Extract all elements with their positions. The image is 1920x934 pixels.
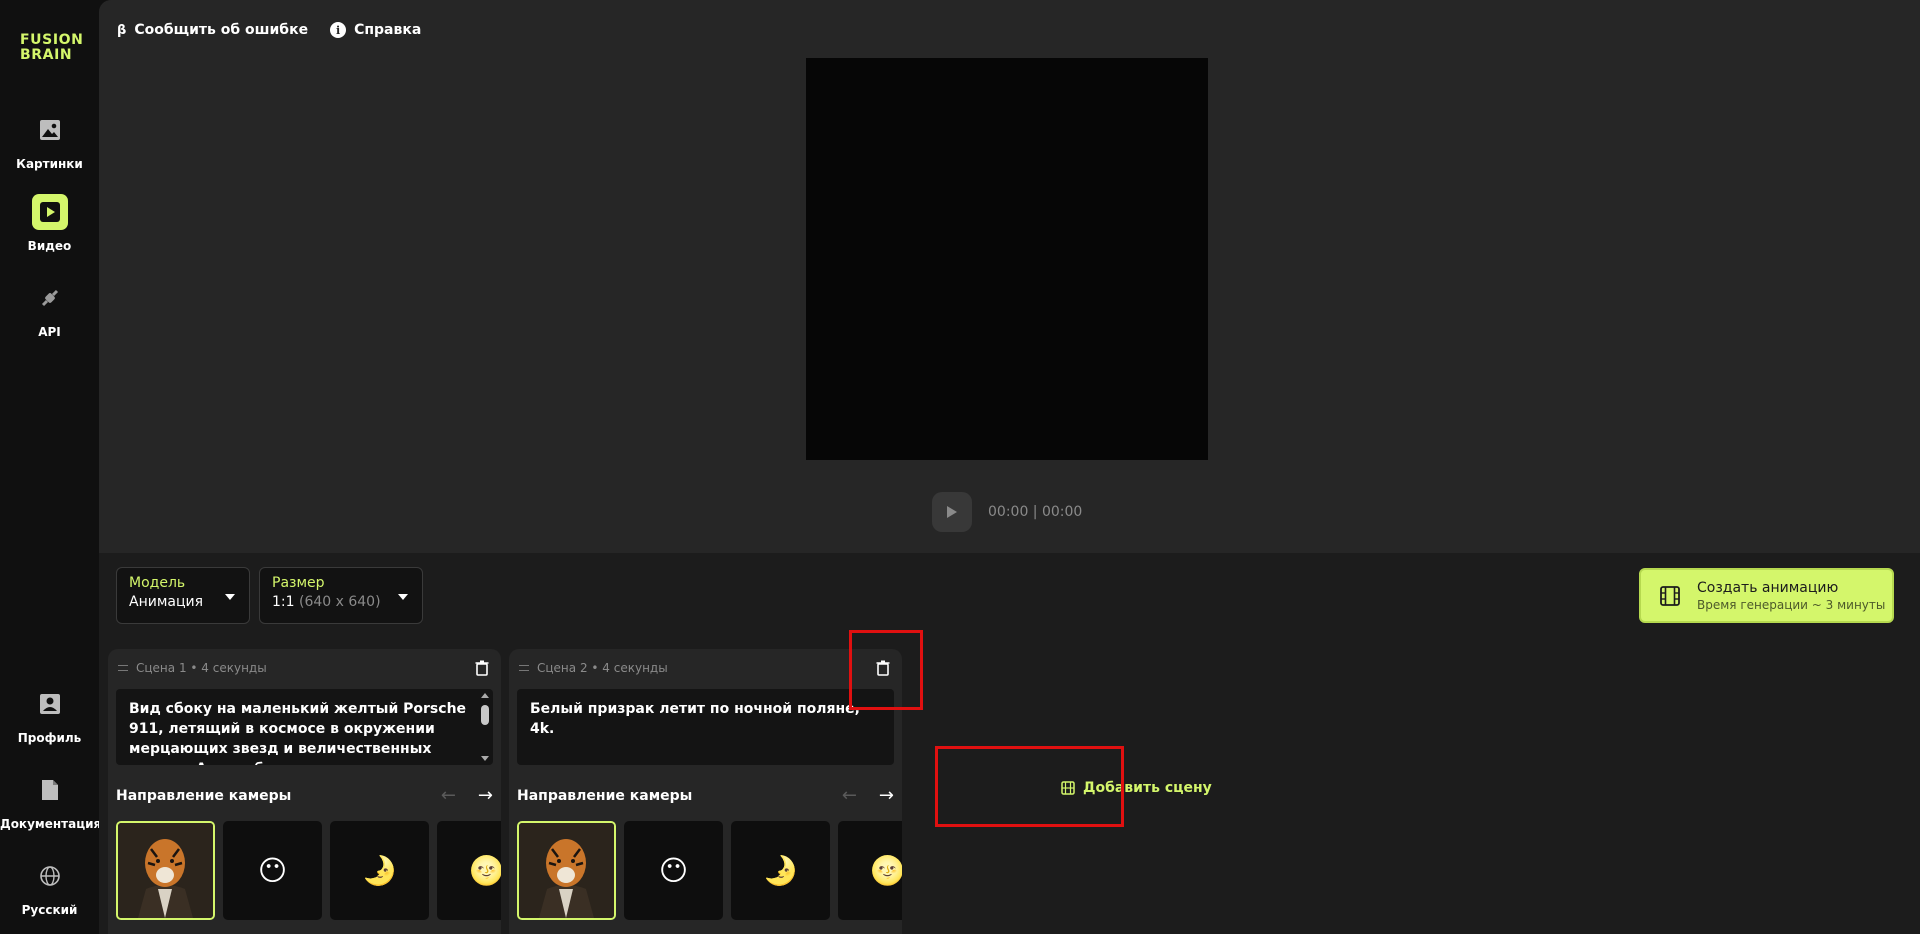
- preview-area: β Сообщить об ошибке i Справка 00:00 | 0…: [99, 0, 1920, 553]
- scene-title: Сцена 2 • 4 секунды: [537, 661, 668, 675]
- help-link[interactable]: i Справка: [330, 22, 421, 38]
- play-icon: [947, 506, 957, 518]
- top-links: β Сообщить об ошибке i Справка: [117, 22, 421, 38]
- camera-option-tiger[interactable]: [517, 821, 616, 920]
- tiger-icon: [118, 823, 213, 918]
- camera-option-moon[interactable]: 🌛: [330, 821, 429, 920]
- drag-handle-icon[interactable]: [519, 665, 529, 671]
- sidebar-item-label: Профиль: [17, 731, 82, 745]
- image-icon: [32, 112, 68, 148]
- arrow-right-icon[interactable]: →: [478, 785, 493, 806]
- logo[interactable]: FUSION BRAIN: [20, 33, 83, 63]
- delete-scene-button[interactable]: [475, 660, 489, 680]
- drag-handle-icon[interactable]: [118, 665, 128, 671]
- info-icon: i: [330, 22, 347, 38]
- scroll-down-icon: [481, 756, 489, 761]
- moon-face-icon: 🌝: [469, 854, 501, 887]
- profile-icon: [32, 686, 68, 722]
- sidebar-item-api[interactable]: API: [0, 280, 99, 339]
- time-display: 00:00 | 00:00: [988, 504, 1083, 520]
- video-player-controls: 00:00 | 00:00: [932, 492, 1082, 532]
- face-icon: 😶: [658, 854, 689, 887]
- moon-icon: 🌛: [362, 854, 397, 887]
- prompt-scrollbar[interactable]: [481, 693, 489, 761]
- camera-option-more[interactable]: 🌝: [437, 821, 501, 920]
- sidebar-item-profile[interactable]: Профиль: [0, 686, 99, 745]
- size-select[interactable]: Размер 1:1 (640 x 640): [259, 567, 423, 624]
- document-icon: [32, 772, 68, 808]
- plug-icon: [32, 280, 68, 316]
- camera-option-tiger[interactable]: [116, 821, 215, 920]
- scene-prompt-input[interactable]: Белый призрак летит по ночной поляне, 4k…: [517, 689, 894, 765]
- sidebar: FUSION BRAIN Картинки Видео API Профиль …: [0, 0, 102, 934]
- arrow-right-icon[interactable]: →: [879, 785, 894, 806]
- scene-title: Сцена 1 • 4 секунды: [136, 661, 267, 675]
- camera-option-more[interactable]: 🌝: [838, 821, 902, 920]
- caret-down-icon: [398, 594, 408, 600]
- sidebar-item-label: Видео: [27, 239, 72, 253]
- highlight-delete-scene: [849, 630, 923, 710]
- globe-icon: [32, 858, 68, 894]
- report-bug-link[interactable]: β Сообщить об ошибке: [117, 22, 308, 38]
- sidebar-item-label: Документация: [0, 817, 102, 831]
- camera-option-zoom-in[interactable]: 😶: [223, 821, 322, 920]
- language-selector[interactable]: Русский: [0, 858, 99, 917]
- camera-direction-label: Направление камеры: [116, 787, 292, 804]
- sidebar-item-images[interactable]: Картинки: [0, 112, 99, 171]
- face-icon: 😶: [257, 854, 288, 887]
- camera-direction-label: Направление камеры: [517, 787, 693, 804]
- play-icon: [31, 194, 68, 230]
- tiger-icon: [519, 823, 614, 918]
- film-icon: [1660, 585, 1680, 606]
- beta-icon: β: [117, 22, 127, 38]
- moon-icon: 🌛: [763, 854, 798, 887]
- camera-option-moon[interactable]: 🌛: [731, 821, 830, 920]
- sidebar-item-label: API: [38, 325, 61, 339]
- scene-prompt-input[interactable]: Вид сбоку на маленький желтый Porsche 91…: [116, 689, 493, 765]
- play-button[interactable]: [932, 492, 972, 532]
- scroll-up-icon: [481, 693, 489, 698]
- arrow-left-icon[interactable]: ←: [441, 785, 456, 806]
- scene-card: Сцена 1 • 4 секунды Вид сбоку на маленьк…: [108, 649, 501, 934]
- arrow-left-icon[interactable]: ←: [842, 785, 857, 806]
- model-select[interactable]: Модель Анимация: [116, 567, 250, 624]
- camera-option-zoom-in[interactable]: 😶: [624, 821, 723, 920]
- sidebar-item-label: Картинки: [16, 157, 83, 171]
- sidebar-item-label: Русский: [21, 903, 78, 917]
- video-preview: [806, 58, 1208, 460]
- scene-card: Сцена 2 • 4 секунды Белый призрак летит …: [509, 649, 902, 934]
- sidebar-item-video[interactable]: Видео: [0, 194, 99, 253]
- moon-face-icon: 🌝: [870, 854, 902, 887]
- create-animation-button[interactable]: Создать анимацию Время генерации ~ 3 мин…: [1639, 568, 1894, 623]
- sidebar-item-docs[interactable]: Документация: [0, 772, 102, 831]
- trash-icon: [475, 660, 489, 676]
- caret-down-icon: [225, 594, 235, 600]
- highlight-add-scene: [935, 746, 1124, 827]
